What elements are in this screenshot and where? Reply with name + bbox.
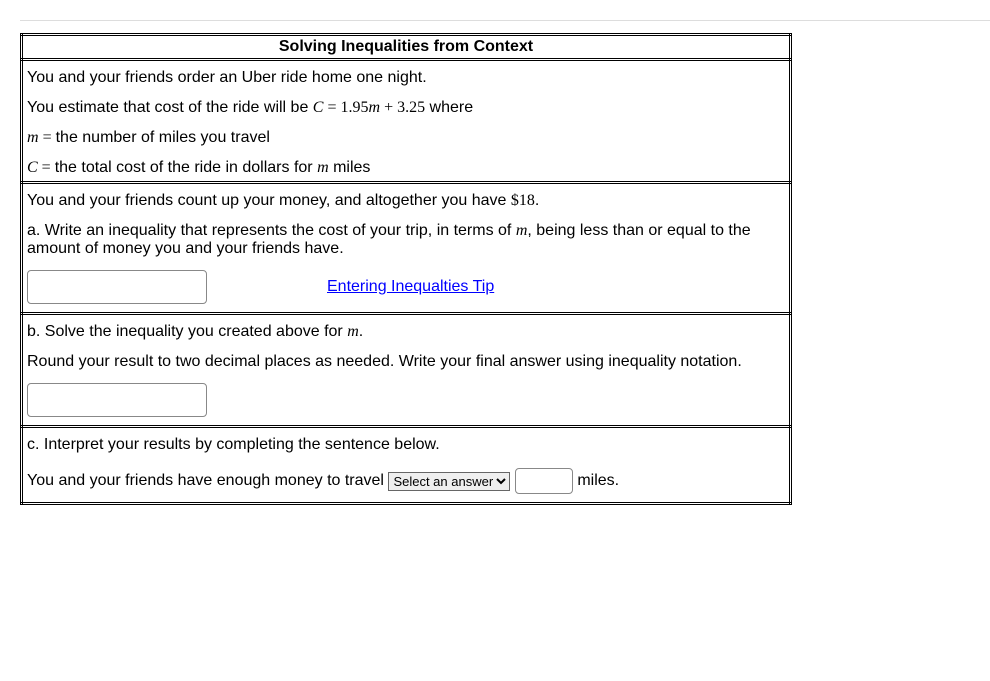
part-c-prompt: c. Interpret your results by completing … <box>27 436 440 453</box>
problem-table: Solving Inequalities from Context You an… <box>20 33 792 505</box>
part-b-line2: Round your result to two decimal places … <box>27 353 742 370</box>
equals: = 1.95 <box>323 99 368 116</box>
part-a-prompt-a: a. Write an inequality that represents t… <box>27 222 516 239</box>
c-def-rhs: the total cost of the ride in dollars fo… <box>55 159 317 176</box>
part-b-line1b: . <box>359 323 363 340</box>
count-text-a: You and your friends count up your money… <box>27 192 511 209</box>
setup-line2b: where <box>425 99 473 116</box>
part-a-cell: You and your friends count up your money… <box>22 183 791 314</box>
c-def-var: m <box>317 159 329 176</box>
m-def-eq: = <box>39 129 56 146</box>
part-c-sentence-a: You and your friends have enough money t… <box>27 472 388 489</box>
m-def-rhs: the number of miles you travel <box>56 129 270 146</box>
setup-cell: You and your friends order an Uber ride … <box>22 60 791 183</box>
c-def-lhs-var: C <box>27 159 38 176</box>
problem-title: Solving Inequalities from Context <box>279 38 533 55</box>
m-var: m <box>369 99 381 116</box>
part-c-cell: c. Interpret your results by completing … <box>22 427 791 504</box>
part-c-select[interactable]: Select an answer <box>388 472 510 491</box>
count-text-b: . <box>535 192 539 209</box>
part-c-sentence-b: miles. <box>577 472 619 489</box>
setup-line2a: You estimate that cost of the ride will … <box>27 99 313 116</box>
m-def-lhs-var: m <box>27 129 39 146</box>
part-b-input[interactable] <box>27 383 207 417</box>
part-b-var: m <box>347 323 359 340</box>
cost-variable: C <box>313 99 324 116</box>
setup-line1: You and your friends order an Uber ride … <box>27 69 427 86</box>
money-amount: $18 <box>511 192 535 209</box>
c-def-eq: = <box>38 159 55 176</box>
plus-const: + 3.25 <box>380 99 425 116</box>
part-b-line1a: b. Solve the inequality you created abov… <box>27 323 347 340</box>
part-c-miles-input[interactable] <box>515 468 573 494</box>
part-a-input[interactable] <box>27 270 207 304</box>
c-def-tail: miles <box>329 159 371 176</box>
part-b-cell: b. Solve the inequality you created abov… <box>22 314 791 427</box>
part-a-var: m <box>516 222 528 239</box>
table-header-cell: Solving Inequalities from Context <box>22 35 791 60</box>
inequalities-tip-link[interactable]: Entering Inequalties Tip <box>327 278 494 296</box>
